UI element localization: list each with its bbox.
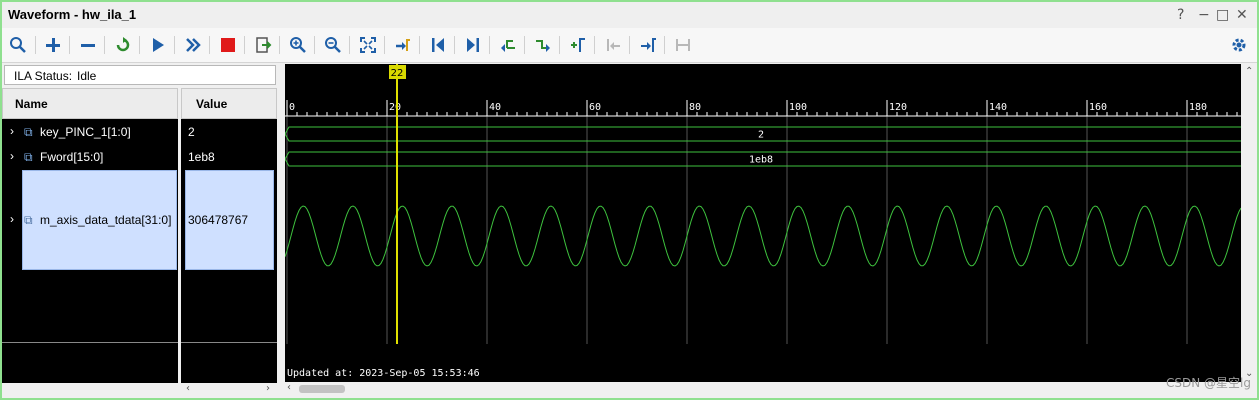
analog-trace-tdata [285,205,1241,267]
next-transition-icon[interactable] [532,34,554,56]
search-icon[interactable] [7,34,29,56]
watermark: CSDN @星空lg [1166,376,1251,390]
add-marker-icon[interactable] [567,34,589,56]
previous-marker-icon[interactable] [602,34,624,56]
refresh-icon[interactable] [112,34,134,56]
help-icon[interactable]: ? [1177,7,1184,23]
horizontal-scrollbar[interactable]: ‹ [283,382,1243,396]
tick-label: 180 [1189,102,1207,113]
signal-name[interactable]: key_PINC_1[1:0] [40,125,131,139]
export-icon[interactable] [252,34,274,56]
time-grid [286,116,1188,344]
remove-icon[interactable] [77,34,99,56]
tick-label: 60 [589,102,601,113]
expand-chevron-icon[interactable]: › [10,212,14,226]
signal-name[interactable]: Fword[15:0] [40,150,103,164]
run-immediate-icon[interactable] [182,34,204,56]
scroll-left-icon[interactable]: ‹ [186,383,190,394]
tick-label: 20 [389,102,401,113]
expand-chevron-icon[interactable]: › [10,124,14,138]
analog-waveform [285,205,1241,267]
ila-status-value: Idle [77,69,97,83]
waveform-svg: 0 20 40 60 80 100 120 140 160 180 2 1eb8 22 Updat… [285,64,1241,379]
close-icon[interactable]: ✕ [1236,7,1248,23]
waveform-canvas[interactable]: 0 20 40 60 80 100 120 140 160 180 2 1eb8 22 Updat… [285,64,1241,382]
window-title: Waveform - hw_ila_1 [8,7,137,22]
tick-label: 160 [1089,102,1107,113]
go-to-cursor-icon[interactable] [392,34,414,56]
bus-trace-key-pinc: 2 [285,126,1241,142]
signal-value: 2 [188,125,195,139]
previous-transition-icon[interactable] [497,34,519,56]
bus-value-label: 2 [758,130,764,141]
vertical-scrollbar[interactable]: ⌃ ⌄ [1241,64,1257,382]
bus-icon: ⧉ [24,150,33,164]
tick-label: 100 [789,102,807,113]
tick-label: 80 [689,102,701,113]
bus-trace-fword: 1eb8 [285,151,1241,167]
title-bar: Waveform - hw_ila_1 ? − □ ✕ [2,2,1257,28]
scroll-right-icon[interactable]: › [266,383,270,394]
minimize-icon[interactable]: − [1198,7,1210,23]
tick-label: 0 [289,102,295,113]
toolbar [2,28,1257,63]
tick-label: 140 [989,102,1007,113]
go-to-start-icon[interactable] [427,34,449,56]
cursor-label: 22 [391,68,404,79]
time-ruler: 0 20 40 60 80 100 120 140 160 180 [285,100,1241,117]
updated-at-text: Updated at: 2023-Sep-05 15:53:46 [287,368,480,379]
signal-name[interactable]: m_axis_data_tdata[31:0] [40,213,171,227]
name-column-header[interactable]: Name [2,88,178,119]
value-column-header[interactable]: Value [181,88,277,119]
zoom-fit-icon[interactable] [357,34,379,56]
zoom-in-icon[interactable] [287,34,309,56]
tick-label: 40 [489,102,501,113]
stop-icon[interactable] [217,34,239,56]
tick-label: 120 [889,102,907,113]
bus-value-label: 1eb8 [749,155,773,166]
scroll-thumb[interactable] [299,385,345,393]
maximize-icon[interactable]: □ [1216,7,1229,23]
ila-status-field: ILA Status: Idle [4,65,276,85]
analog-bus-icon: ⧉ [24,213,33,227]
add-icon[interactable] [42,34,64,56]
swap-cursors-icon[interactable] [672,34,694,56]
gear-icon[interactable] [1228,34,1250,56]
run-trigger-icon[interactable] [147,34,169,56]
expand-chevron-icon[interactable]: › [10,149,14,163]
bus-icon: ⧉ [24,125,33,139]
signal-value: 306478767 [188,213,249,227]
ila-status-label: ILA Status: [14,69,73,83]
go-to-end-icon[interactable] [462,34,484,56]
next-marker-icon[interactable] [637,34,659,56]
signal-value: 1eb8 [188,150,215,164]
zoom-out-icon[interactable] [322,34,344,56]
